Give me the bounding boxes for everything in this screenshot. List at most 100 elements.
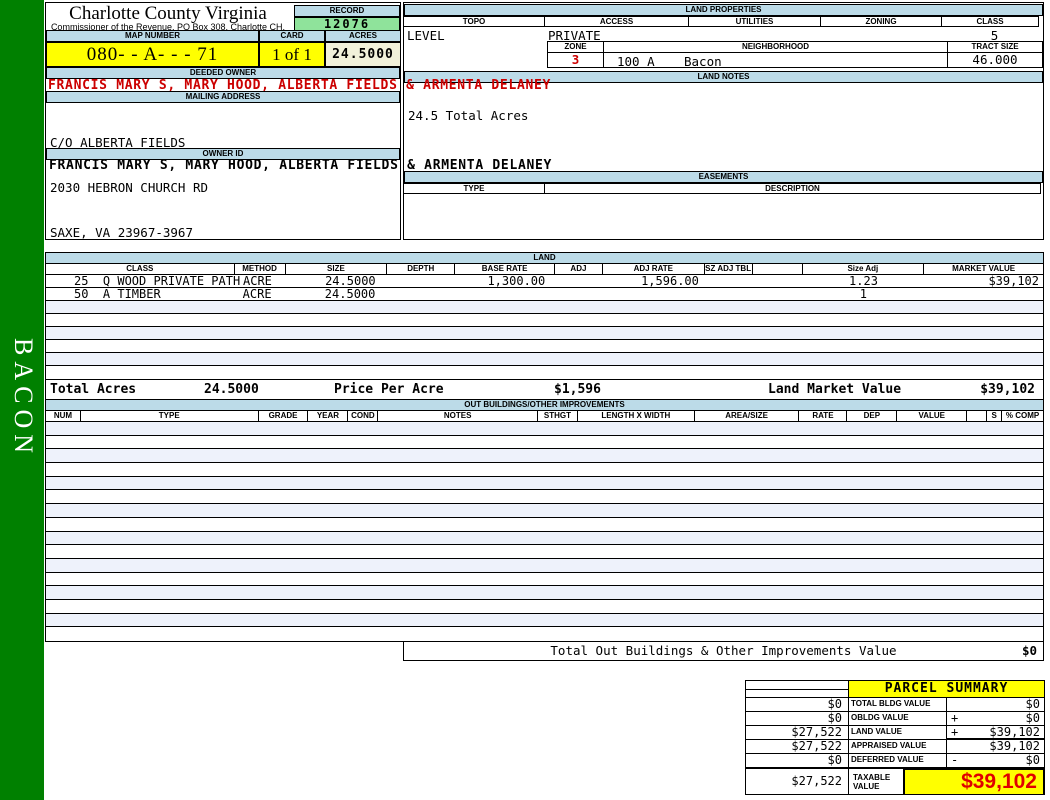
current-value: + $39,102 (947, 726, 1044, 740)
out-buildings-empty-row (46, 558, 1043, 573)
land-col-adj-rate: ADJ RATE (603, 264, 705, 274)
parcel-summary-row-land-value: $27,522 LAND VALUE + $39,102 (746, 726, 1044, 740)
card-header: CARD (259, 30, 325, 42)
zone-value: 3 (547, 52, 604, 68)
land-cell-base-rate (455, 288, 555, 300)
land-col-base-rate: BASE RATE (455, 264, 555, 274)
out-buildings-empty-row (46, 422, 1043, 436)
mailing-address: C/O ALBERTA FIELDS 2030 HEBRON CHURCH RD… (50, 105, 208, 270)
land-cell-depth (388, 275, 456, 287)
owner-panel: Charlotte County Virginia Commissioner o… (45, 2, 401, 240)
land-cell-depth (387, 288, 455, 300)
map-number-value: 080- - A- - - 71 (46, 42, 259, 67)
land-empty-row (46, 301, 1043, 314)
current-value: - $0 (947, 754, 1044, 768)
land-empty-row (46, 353, 1043, 366)
tract-size-value: 46.000 (947, 52, 1043, 68)
summary-label: TOTAL BLDG VALUE (849, 698, 947, 712)
land-market-value-label: Land Market Value (768, 382, 902, 397)
prior-value: $0 (746, 712, 849, 726)
land-cell-blank (753, 288, 803, 300)
land-cell-size: 24.5000 (324, 287, 376, 301)
out-buildings-total-label: Total Out Buildings & Other Improvements… (550, 643, 897, 658)
value-text: $0 (1025, 697, 1040, 711)
land-col-method: METHOD (235, 264, 286, 274)
ob-col-value: VALUE (897, 411, 968, 421)
owner-id-value: FRANCIS MARY S, MARY HOOD, ALBERTA FIELD… (49, 158, 553, 173)
land-cell-blank (753, 275, 803, 287)
land-empty-row (46, 327, 1043, 340)
neighborhood-value-cell: 100 A Bacon (603, 52, 948, 69)
out-buildings-total-row: Total Out Buildings & Other Improvements… (403, 641, 1044, 661)
value-text: $39,102 (989, 725, 1040, 739)
county-sidebar: BACON (0, 0, 44, 800)
mailing-address-line-2: 2030 HEBRON CHURCH RD (50, 180, 209, 195)
land-cell-size-adj: 1.23 (849, 274, 878, 288)
parcel-summary: PARCEL SUMMARY $0 TOTAL BLDG VALUE $0 $0 OBL… (745, 680, 1045, 795)
neighborhood-name: Bacon (684, 54, 722, 69)
ob-col-comp: % COMP (1005, 411, 1040, 420)
out-buildings-empty-row (46, 517, 1043, 532)
utilities-column-header: UTILITIES (688, 16, 821, 27)
land-empty-row (46, 314, 1043, 327)
land-cell-adj (555, 275, 603, 287)
summary-label: APPRAISED VALUE (849, 740, 947, 754)
land-cell-class: 50 A TIMBER (74, 287, 161, 301)
land-cell-sz-adj-tbl (705, 288, 753, 300)
parcel-summary-row-appraised-value: $27,522 APPRAISED VALUE $39,102 (746, 740, 1044, 754)
topo-column-header: TOPO (403, 16, 545, 27)
land-col-class: CLASS (46, 264, 235, 274)
land-cell-adj-rate: 1,596.00 (641, 274, 699, 288)
land-col-sz-adj-tbl: SZ ADJ TBL (705, 264, 753, 274)
out-buildings-empty-row (46, 613, 1043, 628)
out-buildings-empty-row (46, 627, 1043, 641)
taxable-prior-value: $27,522 (746, 769, 849, 795)
county-title: Charlotte County Virginia (69, 3, 267, 24)
parcel-summary-title: PARCEL SUMMARY (849, 681, 1044, 698)
out-buildings-empty-row (46, 586, 1043, 600)
ob-col-blank (967, 411, 988, 421)
out-buildings-empty-row (46, 531, 1043, 546)
land-cell-size-adj: 1 (859, 287, 867, 301)
topo-value: LEVEL (407, 28, 445, 43)
land-cell-method: ACRE (242, 287, 272, 301)
land-cell-base-rate: 1,300.00 (487, 274, 546, 288)
land-table: CLASS METHOD SIZE DEPTH BASE RATE ADJ ADJ RATE… (45, 263, 1044, 380)
neighborhood-code: 100 A (617, 54, 655, 69)
class-column-header: CLASS (941, 16, 1039, 27)
acres-value: 24.5000 (325, 42, 401, 67)
county-header: Charlotte County Virginia Commissioner o… (46, 3, 290, 40)
easement-description-column-header: DESCRIPTION (544, 183, 1041, 194)
parcel-summary-corner-cell (746, 681, 849, 698)
summary-label: LAND VALUE (849, 726, 947, 740)
land-col-blank (753, 264, 803, 274)
operator: + (951, 711, 959, 725)
access-column-header: ACCESS (544, 16, 689, 27)
land-properties-panel: LAND PROPERTIES TOPO ACCESS UTILITIES ZO… (403, 2, 1044, 240)
land-cell-class: 25 Q WOOD PRIVATE PATH (74, 274, 241, 288)
out-buildings-table: NUM TYPE GRADE YEAR COND NOTES STHGT LENGTH X W… (45, 410, 1044, 642)
neighborhood-sidebar-label: BACON (9, 338, 38, 460)
price-per-acre-value: $1,596 (554, 382, 601, 397)
total-acres-label: Total Acres (50, 382, 137, 397)
land-col-market-value: MARKET VALUE (952, 264, 1016, 273)
out-buildings-empty-row (46, 545, 1043, 559)
land-properties-header: LAND PROPERTIES (404, 4, 1043, 16)
property-record-card: BACON Charlotte County Virginia Commissi… (0, 0, 1050, 800)
total-acres-value: 24.5000 (204, 382, 259, 397)
ob-col-grade: GRADE (259, 411, 309, 421)
prior-value: $27,522 (746, 740, 849, 754)
ob-col-cond: COND (348, 411, 379, 421)
easement-type-column-header: TYPE (403, 183, 545, 194)
out-buildings-empty-row (46, 572, 1043, 587)
operator: + (951, 725, 959, 739)
land-note: 24.5 Total Acres (408, 108, 529, 123)
ob-col-rate: RATE (799, 411, 848, 421)
deeded-owner-value: FRANCIS MARY S, MARY HOOD, ALBERTA FIELD… (48, 78, 552, 93)
land-row: 25 Q WOOD PRIVATE PATH ACRE 24.5000 1,300.0… (46, 275, 1043, 288)
summary-label: DEFERRED VALUE (849, 754, 947, 768)
prior-value: $0 (746, 754, 849, 768)
parcel-summary-row-obldg-value: $0 OBLDG VALUE + $0 (746, 712, 1044, 726)
land-col-size-adj: Size Adj (803, 264, 925, 274)
land-section: LAND CLASS METHOD SIZE DEPTH BASE RATE ADJ ADJ… (45, 252, 1044, 400)
